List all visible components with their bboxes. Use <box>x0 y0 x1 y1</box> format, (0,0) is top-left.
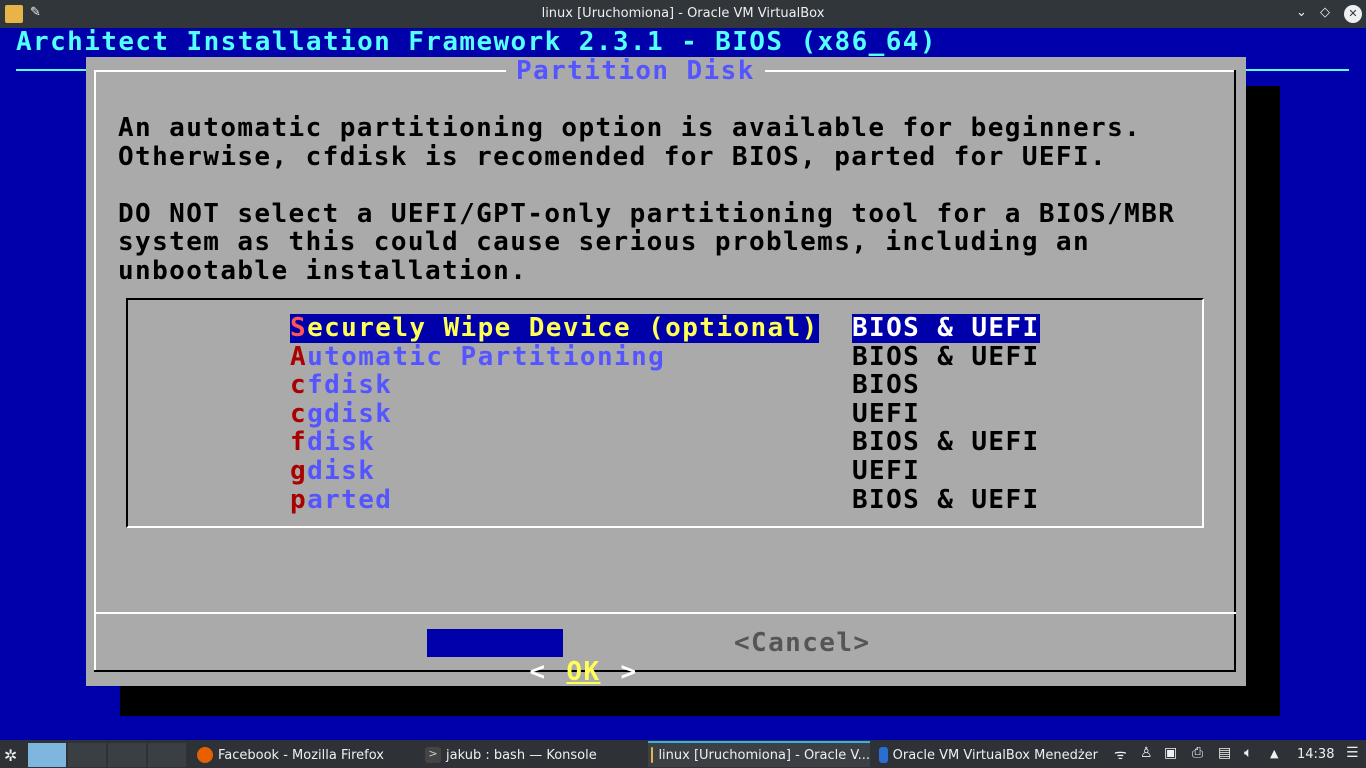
desktop-pager-4[interactable] <box>148 743 186 767</box>
minimize-button[interactable]: ⌄ <box>1296 5 1314 23</box>
virtualbox-manager-icon <box>879 747 888 763</box>
desktop-pager-2[interactable] <box>68 743 106 767</box>
menu-item[interactable]: gdisk <box>290 457 375 486</box>
wifi-icon[interactable]: ᯤ <box>1114 745 1127 764</box>
message-line: Otherwise, cfdisk is recomended for BIOS… <box>118 141 1108 172</box>
menu-item[interactable]: fdisk <box>290 428 375 457</box>
volume-icon[interactable]: 🔈︎ <box>1244 745 1252 761</box>
task-label: linux [Uruchomiona] - Oracle V... <box>658 747 870 763</box>
menu-item-hotkey: p <box>290 484 308 515</box>
menu-item-description[interactable]: UEFI <box>852 457 920 486</box>
taskbar: ✲ Facebook - Mozilla Firefox > jakub : ba… <box>0 740 1366 768</box>
menu-item-hotkey: c <box>290 398 308 429</box>
menu-item-description[interactable]: BIOS <box>852 371 920 400</box>
message-line: system as this could cause serious probl… <box>118 227 1091 258</box>
menu-item[interactable]: cgdisk <box>290 398 393 429</box>
menu-item-hotkey: S <box>290 313 308 343</box>
task-label: jakub : bash — Konsole <box>446 747 597 763</box>
clipboard-icon[interactable]: ▤ <box>1218 745 1231 761</box>
kde-menu-icon[interactable]: ✲ <box>4 743 17 767</box>
printer-icon[interactable]: ⎙ <box>1192 745 1203 761</box>
menu-item-hotkey: f <box>290 427 308 458</box>
desktop-pager-3[interactable] <box>108 743 146 767</box>
close-button[interactable]: ✕ <box>1344 5 1362 23</box>
user-icon[interactable]: ♙ <box>1140 745 1153 761</box>
button-separator <box>94 612 1236 614</box>
menu-item-label: fdisk <box>307 370 393 401</box>
menu-item-description[interactable]: BIOS & UEFI <box>852 342 1040 372</box>
menu-item[interactable]: Automatic Partitioning <box>290 341 666 372</box>
clock[interactable]: 14:38 <box>1297 747 1334 762</box>
task-label: Oracle VM VirtualBox Menedżer <box>892 747 1098 763</box>
ok-label: OK <box>566 656 601 687</box>
menu-item-description[interactable]: UEFI <box>852 400 920 429</box>
menu-item-label: ecurely Wipe Device (optional) <box>307 313 819 343</box>
battery-icon[interactable]: ▣ <box>1164 745 1177 761</box>
task-firefox[interactable]: Facebook - Mozilla Firefox <box>194 743 416 767</box>
dialog-message: An automatic partitioning option is avai… <box>118 114 1175 286</box>
menu-item-description[interactable]: BIOS & UEFI <box>852 314 1040 343</box>
menu-item-label: disk <box>307 427 376 458</box>
menu-item[interactable]: cfdisk <box>290 371 392 400</box>
message-line: An automatic partitioning option is avai… <box>118 113 1142 143</box>
partition-dialog: Partition Disk An automatic partitioning… <box>86 57 1246 686</box>
dialog-title: Partition Disk <box>506 57 765 86</box>
vm-screen[interactable]: Architect Installation Framework 2.3.1 -… <box>0 28 1366 740</box>
menu-item[interactable]: Securely Wipe Device (optional) <box>290 314 819 343</box>
message-line <box>118 171 1175 200</box>
menu-item[interactable]: parted <box>290 484 393 515</box>
cancel-button[interactable]: <Cancel> <box>734 629 870 658</box>
task-virtualbox-manager[interactable]: Oracle VM VirtualBox Menedżer <box>876 743 1098 767</box>
ok-button[interactable]: < OK > <box>427 629 636 686</box>
maximize-button[interactable]: ◇ <box>1320 5 1338 23</box>
tray-expand-icon[interactable]: ▲ <box>1270 747 1278 760</box>
menu-item-hotkey: A <box>290 341 308 372</box>
message-line: unbootable installation. <box>118 255 528 286</box>
firefox-icon <box>197 747 213 763</box>
task-konsole[interactable]: > jakub : bash — Konsole <box>422 743 644 767</box>
menu-item-hotkey: g <box>290 456 308 486</box>
ok-right-bracket: > <box>620 656 638 687</box>
message-line: DO NOT select a UEFI/GPT-only partitioni… <box>118 198 1176 229</box>
virtualbox-icon <box>651 747 654 763</box>
menu-item-label: utomatic Partitioning <box>307 341 666 372</box>
task-virtualbox-vm[interactable]: linux [Uruchomiona] - Oracle V... <box>648 741 870 767</box>
menu-item-label: disk <box>307 456 376 486</box>
installer-header: Architect Installation Framework 2.3.1 -… <box>16 27 937 57</box>
panel-menu-icon[interactable]: ☰ <box>1346 745 1359 761</box>
menu-item-hotkey: c <box>290 370 308 401</box>
menu-item-label: arted <box>307 484 393 515</box>
desktop-pager-1[interactable] <box>28 743 66 767</box>
window-title: linux [Uruchomiona] - Oracle VM VirtualB… <box>541 6 825 21</box>
menu-item-description[interactable]: BIOS & UEFI <box>852 485 1040 515</box>
window-titlebar: ✎ linux [Uruchomiona] - Oracle VM Virtua… <box>0 0 1366 28</box>
menu-item-label: gdisk <box>307 398 393 429</box>
menu-item-description[interactable]: BIOS & UEFI <box>852 428 1040 457</box>
terminal-icon: > <box>425 747 441 763</box>
task-label: Facebook - Mozilla Firefox <box>218 747 384 763</box>
ok-left-bracket: < <box>529 656 547 687</box>
